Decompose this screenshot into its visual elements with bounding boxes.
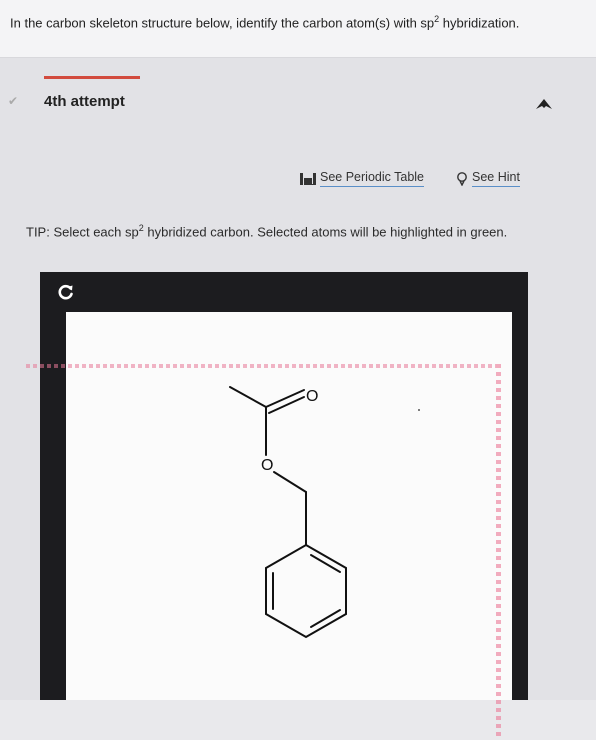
ring-double-bond-1[interactable] bbox=[310, 554, 341, 573]
ring-double-bond-2[interactable] bbox=[310, 609, 341, 628]
benzene-ring[interactable] bbox=[265, 543, 347, 639]
canvas-dot bbox=[418, 409, 420, 411]
bond-oxygen-methylene[interactable] bbox=[273, 471, 307, 493]
ester-oxygen-label[interactable]: O bbox=[261, 457, 273, 474]
periodic-table-link[interactable]: See Periodic Table bbox=[300, 170, 425, 187]
bond-methyl-carbonyl[interactable] bbox=[229, 386, 267, 408]
tip-text: TIP: Select each sp2 hybridized carbon. … bbox=[26, 218, 526, 242]
attempt-progress-bar bbox=[44, 76, 140, 79]
periodic-table-label: See Periodic Table bbox=[320, 170, 425, 187]
question-text: In the carbon skeleton structure below, … bbox=[10, 15, 435, 31]
bond-carbonyl-double-2[interactable] bbox=[268, 396, 305, 414]
hint-label: See Hint bbox=[472, 170, 520, 187]
lightbulb-icon bbox=[457, 171, 467, 186]
hint-link[interactable]: See Hint bbox=[456, 170, 520, 187]
chevron-down-icon[interactable]: ✔ bbox=[8, 94, 22, 108]
bond-carbonyl-double-1[interactable] bbox=[265, 389, 305, 408]
question-text-end: hybridization. bbox=[439, 15, 520, 31]
tip-text-start: TIP: Select each sp bbox=[26, 224, 139, 240]
attempt-label: 4th attempt bbox=[44, 93, 125, 110]
molecule-structure: O O bbox=[229, 386, 420, 639]
collapse-arrow-icon[interactable] bbox=[532, 92, 556, 116]
molecule-editor: O O bbox=[26, 272, 528, 740]
reset-icon[interactable] bbox=[55, 281, 77, 303]
carbonyl-oxygen-label[interactable]: O bbox=[306, 388, 318, 405]
molecule-canvas[interactable]: O O bbox=[26, 312, 512, 740]
periodic-table-icon bbox=[300, 172, 316, 185]
tip-text-end: hybridized carbon. Selected atoms will b… bbox=[143, 224, 508, 240]
question-prompt: In the carbon skeleton structure below, … bbox=[0, 0, 596, 58]
